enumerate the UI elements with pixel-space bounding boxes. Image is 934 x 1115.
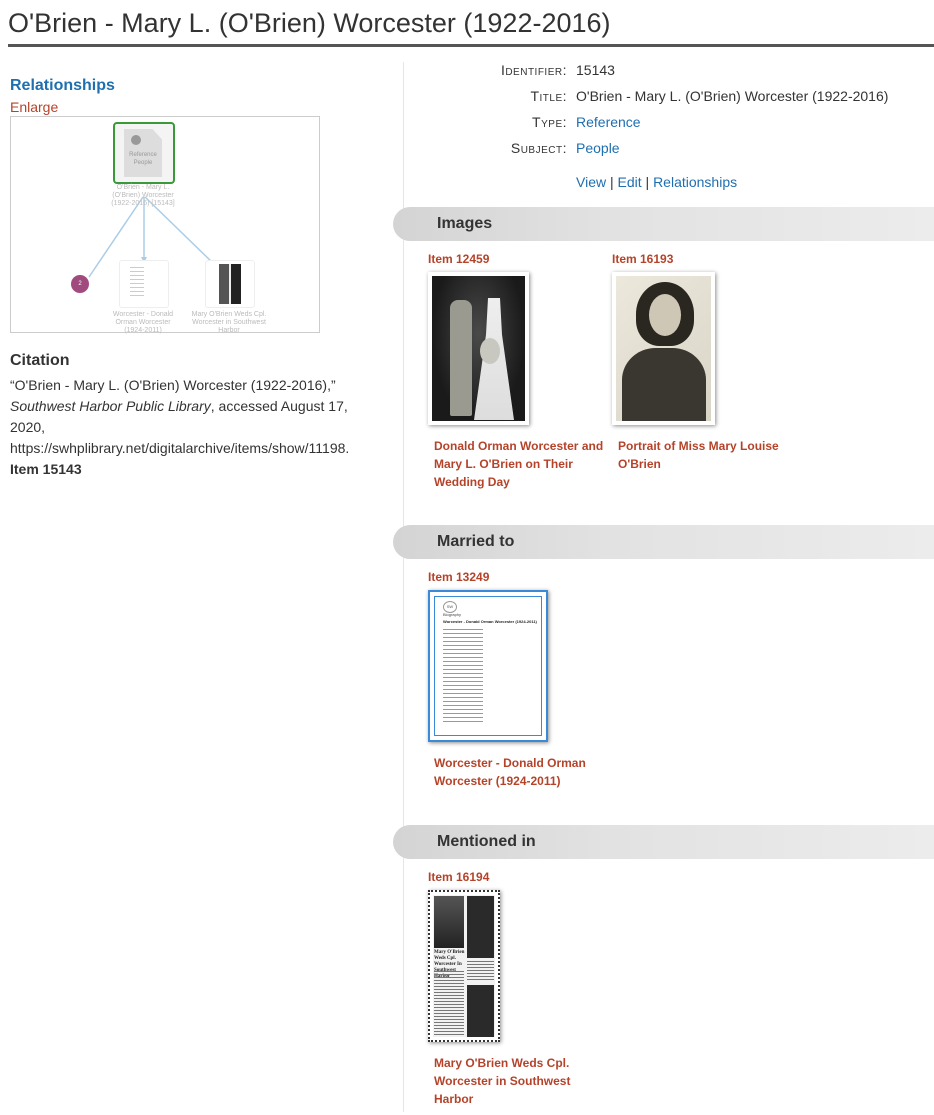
graph-center-caption: O'Brien - Mary L. (O'Brien) Worcester (1… [111,184,175,207]
wedding-photo-thumbnail[interactable] [428,272,529,425]
graph-node-biography[interactable] [119,260,169,308]
meta-row-type: Type: Reference [400,114,934,134]
portrait-thumbnail[interactable] [612,272,715,425]
document-lines [130,267,144,297]
view-link[interactable]: View [576,174,606,190]
action-separator: | [641,174,654,190]
item-actions: View | Edit | Relationships [576,174,737,190]
clipping-dark-column [467,896,494,958]
graph-count-badge[interactable]: 2 [71,275,89,293]
section-heading: Married to [437,533,515,550]
item-title-link[interactable]: Donald Orman Worcester and Mary L. O'Bri… [434,437,604,491]
subject-link[interactable]: People [576,140,620,156]
meta-row-subject: Subject: People [400,140,934,160]
meta-label: Subject: [510,140,567,156]
citation-prefix: “O'Brien - Mary L. (O'Brien) Worcester (… [10,377,336,393]
graph-center-node[interactable]: Reference People [113,122,175,184]
action-separator: | [606,174,618,190]
item-title-link[interactable]: Mary O'Brien Weds Cpl. Worcester in Sout… [434,1054,604,1108]
image-item: Item 12459 Donald Orman Worcester and Ma… [428,252,603,491]
section-married-to: Married to [393,525,934,559]
section-heading: Images [437,215,493,232]
title-divider [8,44,934,47]
item-id-link[interactable]: Item 12459 [428,252,598,266]
section-heading: Mentioned in [437,833,536,850]
section-mentioned-in: Mentioned in [393,825,934,859]
doc-kind: Biography [443,612,462,617]
meta-value: 15143 [576,62,615,78]
meta-label: Type: [532,114,567,130]
item-title-link[interactable]: Portrait of Miss Mary Louise O'Brien [618,437,788,473]
meta-value: O'Brien - Mary L. (O'Brien) Worcester (1… [576,88,889,104]
item-title-link[interactable]: Worcester - Donald Orman Worcester (1924… [434,754,604,790]
clipping-dark-bottom [467,985,494,1037]
portrait-dress [622,348,706,421]
graph-node-clipping-caption: Mary O'Brien Weds Cpl. Worcester in Sout… [191,311,267,334]
item-id-link[interactable]: Item 16194 [428,870,598,884]
page-title: O'Brien - Mary L. (O'Brien) Worcester (1… [8,8,611,38]
groom-figure [450,300,472,416]
edit-link[interactable]: Edit [618,174,642,190]
citation-source: Southwest Harbor Public Library [10,398,211,414]
relationship-graph[interactable]: Reference People O'Brien - Mary L. (O'Br… [10,116,320,334]
relationships-link[interactable]: Relationships [653,174,737,190]
clipping-photo [434,896,464,948]
portrait-face [649,294,681,336]
enlarge-link[interactable]: Enlarge [10,99,58,115]
person-icon [131,135,141,145]
meta-label: Identifier: [500,62,567,78]
item-id-link[interactable]: Item 13249 [428,570,598,584]
mentioned-item: Item 16194 Mary O'Brien Weds Cpl. Worces… [428,870,598,1108]
citation-heading: Citation [10,352,70,369]
biography-document-thumbnail[interactable]: SW Biography Worcester - Donald Orman Wo… [428,590,548,742]
meta-label: Title: [530,88,567,104]
bouquet [480,338,500,364]
graph-node-biography-caption: Worcester - Donald Orman Worcester (1924… [112,311,174,334]
section-images: Images [393,207,934,241]
married-item: Item 13249 SW Biography Worcester - Dona… [428,570,598,790]
doc-title: Worcester - Donald Orman Worcester (1924… [443,619,537,624]
image-item: Item 16193 Portrait of Miss Mary Louise … [612,252,782,473]
doc-body-lines [443,629,483,725]
citation-item-ref: Item 15143 [10,461,82,477]
citation-text: “O'Brien - Mary L. (O'Brien) Worcester (… [10,375,362,480]
meta-row-identifier: Identifier: 15143 [400,62,934,82]
meta-row-title: Title: O'Brien - Mary L. (O'Brien) Worce… [400,88,934,108]
clipping-text [467,961,494,981]
item-id-link[interactable]: Item 16193 [612,252,782,266]
graph-node-clipping[interactable] [205,260,255,308]
type-link[interactable]: Reference [576,114,641,130]
clipping-text [434,971,464,1037]
relationships-heading[interactable]: Relationships [10,77,115,95]
graph-center-label: Reference People [129,152,157,166]
newspaper-clipping-thumbnail[interactable]: Mary O'Brien Weds Cpl. Worcester In Sout… [428,890,500,1042]
clipping-thumb [219,264,241,304]
